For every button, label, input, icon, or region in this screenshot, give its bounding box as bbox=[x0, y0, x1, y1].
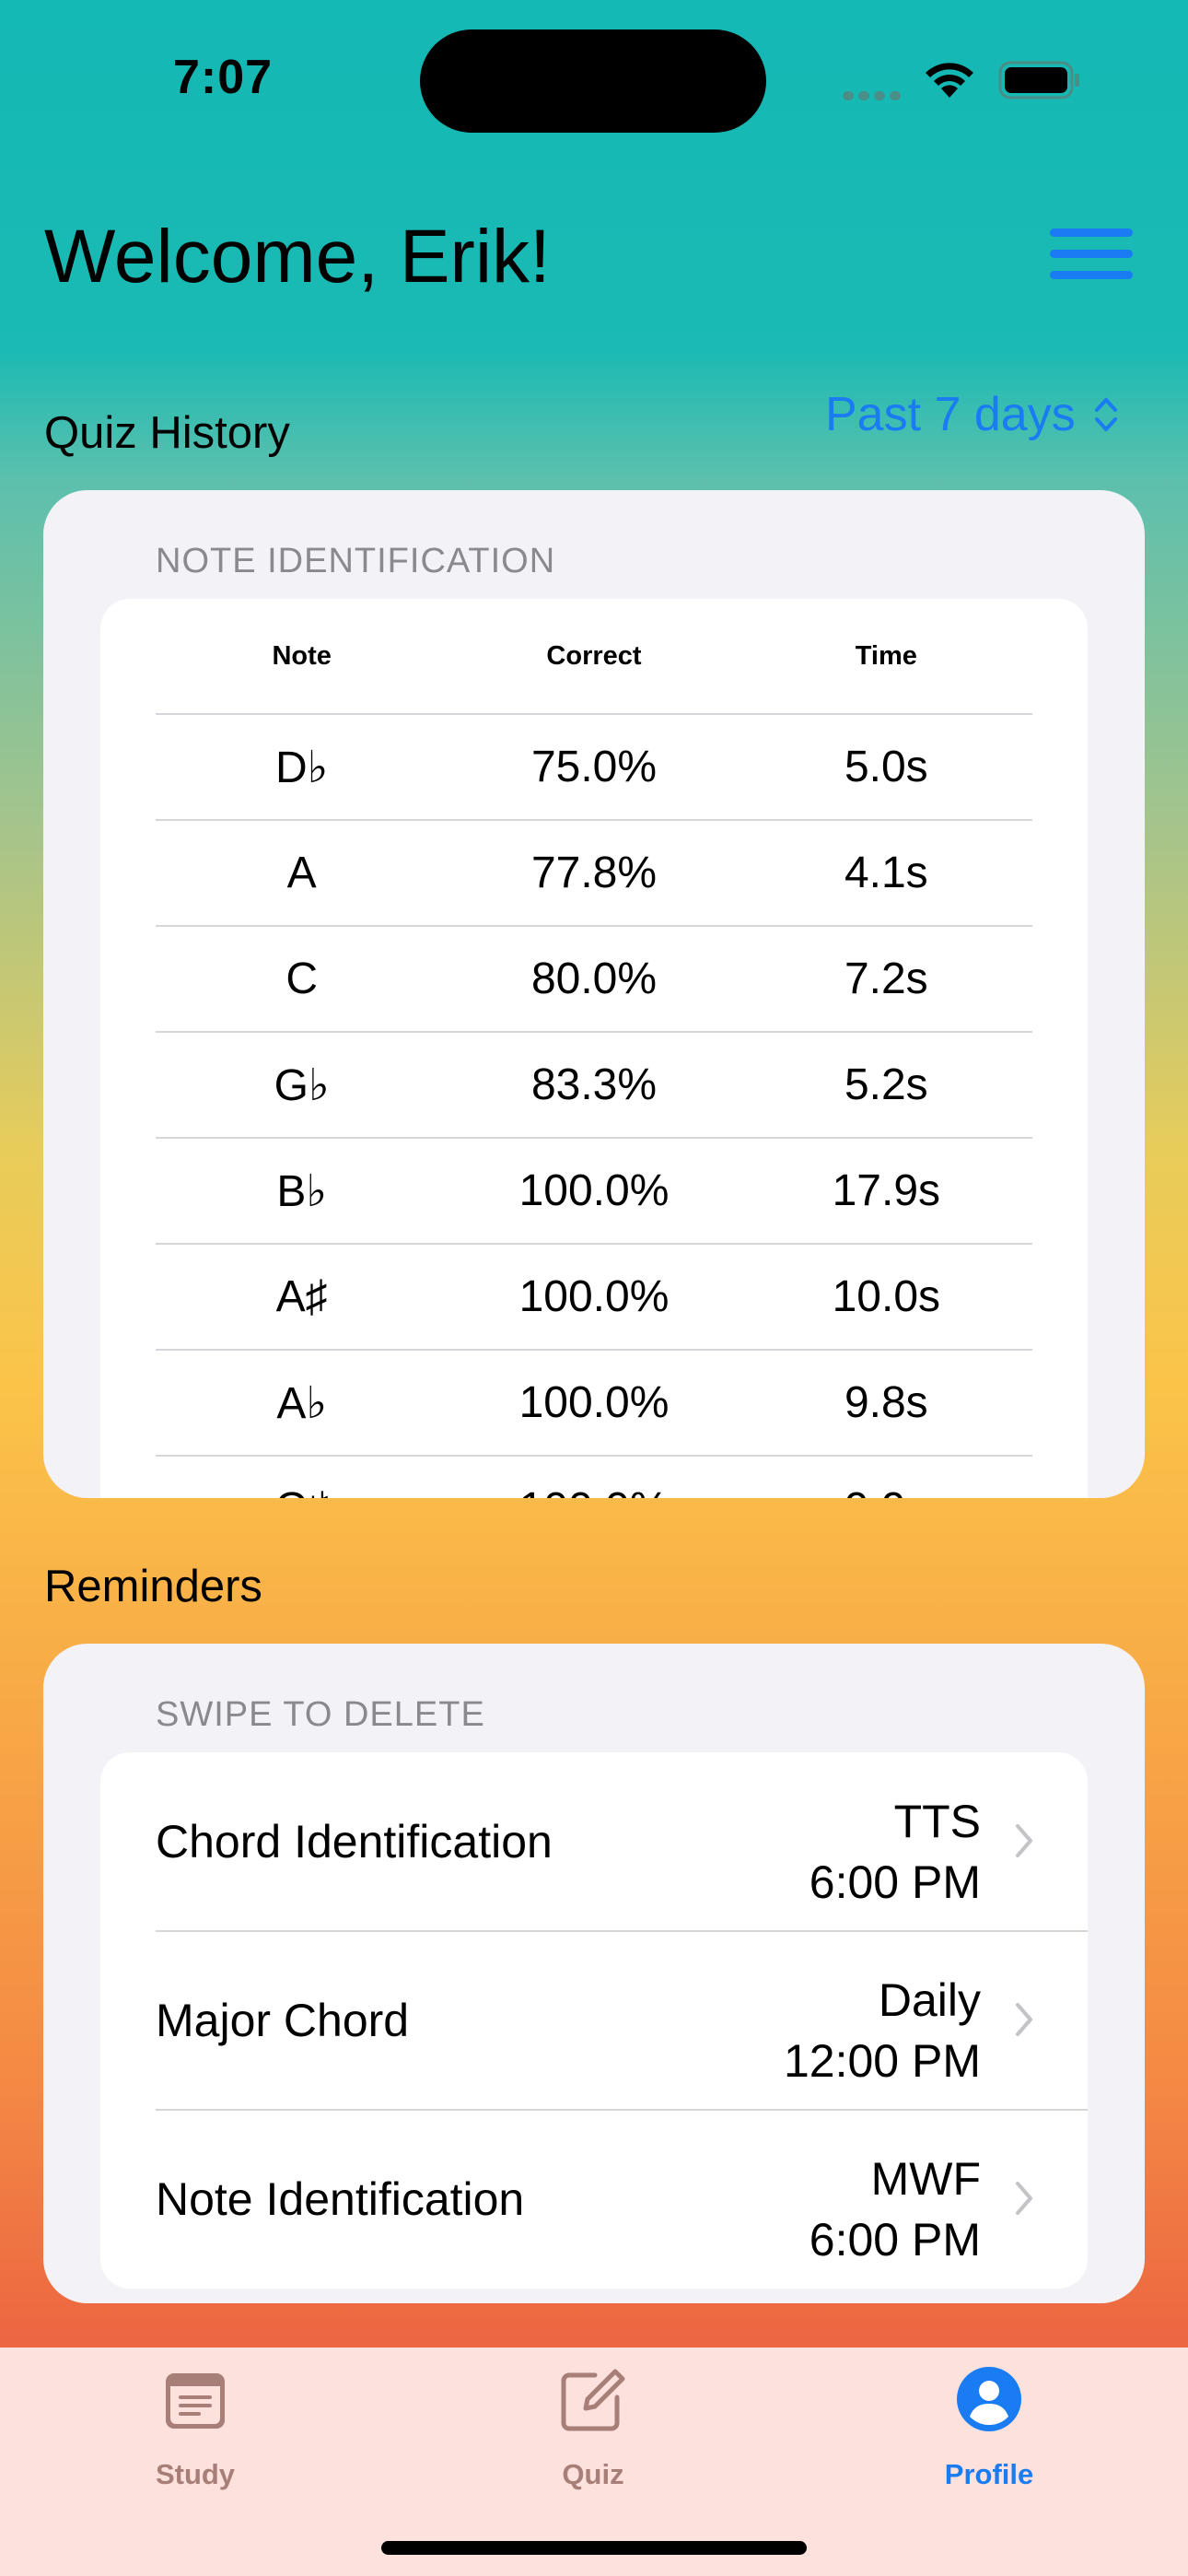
note-cell: B♭ bbox=[276, 1166, 327, 1216]
quiz-table: Note Correct Time D♭ 75.0% 5.0s A 77.8% … bbox=[156, 599, 1032, 1498]
reminder-row[interactable]: Chord Identification TTS 6:00 PM bbox=[100, 1752, 1088, 1931]
reminder-row[interactable]: Major Chord Daily 12:00 PM bbox=[100, 1931, 1088, 2110]
profile-icon bbox=[957, 2367, 1021, 2431]
table-row: C♯ 100.0% 9.9s bbox=[156, 1457, 1032, 1498]
time-cell: 9.9s bbox=[740, 1483, 1032, 1498]
battery-icon bbox=[998, 61, 1081, 100]
reminder-time: 12:00 PM bbox=[783, 2035, 981, 2087]
reminders-list: Chord Identification TTS 6:00 PM Major C… bbox=[100, 1752, 1088, 2289]
tab-label: Quiz bbox=[562, 2458, 624, 2490]
hamburger-menu-icon[interactable] bbox=[1050, 228, 1133, 280]
time-cell: 5.0s bbox=[844, 743, 928, 791]
section-header: SWIPE TO DELETE bbox=[156, 1695, 485, 1734]
table-row: B♭ 100.0% 17.9s bbox=[156, 1139, 1032, 1245]
range-picker[interactable]: Past 7 days bbox=[825, 387, 1118, 442]
reminder-name: Note Identification bbox=[156, 2173, 525, 2225]
time-cell: 17.9s bbox=[832, 1166, 941, 1215]
reminder-schedule: Daily 12:00 PM bbox=[784, 1970, 981, 2091]
column-header-note: Note bbox=[272, 640, 332, 671]
table-row: A 77.8% 4.1s bbox=[156, 821, 1032, 927]
study-icon bbox=[166, 2373, 225, 2429]
time-cell: 7.2s bbox=[844, 954, 928, 1003]
chevron-up-down-icon bbox=[1094, 398, 1117, 431]
home-indicator bbox=[381, 2541, 807, 2555]
correct-cell: 100.0% bbox=[518, 1272, 670, 1321]
reminder-time: 6:00 PM bbox=[809, 1856, 981, 1908]
correct-cell: 75.0% bbox=[530, 743, 658, 791]
reminder-time: 6:00 PM bbox=[809, 2214, 981, 2266]
reminders-title: Reminders bbox=[44, 1562, 262, 1611]
table-header: Note Correct Time bbox=[156, 599, 1032, 715]
note-cell: A♯ bbox=[275, 1272, 328, 1321]
section-header: NOTE IDENTIFICATION bbox=[156, 542, 556, 580]
time-cell: 4.1s bbox=[844, 849, 928, 897]
note-cell: C bbox=[285, 954, 318, 1003]
signal-icon bbox=[843, 88, 907, 100]
reminder-days: Daily bbox=[878, 1974, 981, 2026]
correct-cell: 83.3% bbox=[530, 1060, 658, 1109]
chevron-right-icon bbox=[1016, 1824, 1032, 1857]
range-picker-label: Past 7 days bbox=[825, 388, 1076, 441]
column-header-time: Time bbox=[855, 640, 917, 671]
time-cell: 5.2s bbox=[844, 1060, 928, 1109]
table-row: C 80.0% 7.2s bbox=[156, 927, 1032, 1033]
note-cell: G♭ bbox=[274, 1060, 330, 1110]
tab-label: Profile bbox=[944, 2458, 1034, 2490]
reminder-row[interactable]: Note Identification MWF 6:00 PM bbox=[100, 2110, 1088, 2289]
note-cell: A bbox=[286, 849, 317, 897]
note-cell: C♯ bbox=[156, 1483, 448, 1498]
quiz-table-container[interactable]: Note Correct Time D♭ 75.0% 5.0s A 77.8% … bbox=[100, 599, 1088, 1498]
chevron-right-icon bbox=[1016, 2003, 1032, 2036]
chevron-right-icon bbox=[1016, 2182, 1032, 2215]
time-cell: 10.0s bbox=[832, 1272, 941, 1321]
reminder-name: Chord Identification bbox=[156, 1816, 553, 1868]
reminder-name: Major Chord bbox=[156, 1995, 410, 2046]
wifi-icon bbox=[921, 57, 978, 102]
correct-cell: 77.8% bbox=[530, 849, 658, 897]
correct-cell: 80.0% bbox=[530, 954, 658, 1003]
tab-label: Study bbox=[155, 2458, 236, 2490]
quiz-history-title: Quiz History bbox=[44, 408, 290, 458]
table-row: A♯ 100.0% 10.0s bbox=[156, 1245, 1032, 1351]
reminder-schedule: MWF 6:00 PM bbox=[809, 2149, 981, 2270]
table-row: G♭ 83.3% 5.2s bbox=[156, 1033, 1032, 1139]
quiz-icon bbox=[561, 2369, 625, 2431]
quiz-history-card: NOTE IDENTIFICATION Note Correct Time D♭… bbox=[43, 490, 1145, 1498]
note-cell: A♭ bbox=[276, 1378, 327, 1428]
page-title: Welcome, Erik! bbox=[44, 215, 551, 299]
table-row: D♭ 75.0% 5.0s bbox=[156, 715, 1032, 821]
dynamic-island bbox=[420, 29, 766, 133]
time-cell: 9.8s bbox=[844, 1378, 928, 1427]
reminders-card: SWIPE TO DELETE Chord Identification TTS… bbox=[43, 1644, 1145, 2303]
correct-cell: 100.0% bbox=[448, 1483, 740, 1498]
status-time: 7:07 bbox=[173, 51, 274, 104]
reminder-days: MWF bbox=[870, 2153, 981, 2205]
note-cell: D♭ bbox=[275, 743, 329, 792]
reminder-days: TTS bbox=[893, 1796, 981, 1847]
column-header-correct: Correct bbox=[546, 640, 642, 671]
table-row: A♭ 100.0% 9.8s bbox=[156, 1351, 1032, 1457]
correct-cell: 100.0% bbox=[518, 1378, 670, 1427]
correct-cell: 100.0% bbox=[518, 1166, 670, 1215]
reminder-schedule: TTS 6:00 PM bbox=[809, 1791, 981, 1913]
